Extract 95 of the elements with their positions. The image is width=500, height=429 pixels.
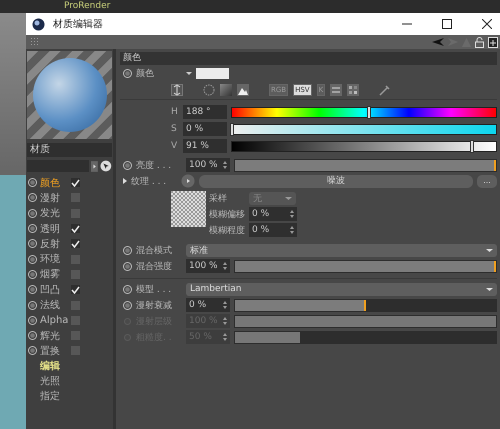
slider-track[interactable] (234, 298, 497, 312)
material-name-field[interactable]: 材质 (27, 143, 112, 157)
spinner-icon[interactable] (223, 161, 227, 169)
color-slider-track[interactable] (231, 106, 497, 118)
noise-thumbnail (171, 191, 206, 227)
radio-icon[interactable] (123, 160, 132, 170)
slider-thumb[interactable] (367, 106, 372, 118)
shader-button[interactable]: 噪波 (199, 174, 473, 188)
property-label: 漫射衰减 (136, 300, 173, 312)
number-field[interactable]: 0 % (249, 207, 297, 221)
check-icon (71, 178, 80, 187)
number-field[interactable]: 100 % (186, 259, 230, 273)
dropdown-arrow-icon[interactable] (186, 72, 192, 74)
lock-icon[interactable] (475, 36, 484, 48)
spinner-icon[interactable] (223, 301, 227, 309)
number-field[interactable]: 91 % (183, 139, 227, 153)
property-label: 模型 . . . (136, 284, 172, 296)
channel-item[interactable]: 透明 (40, 222, 68, 236)
number-field[interactable]: 0 % (186, 298, 230, 312)
number-field[interactable]: 188 ° (183, 105, 227, 119)
image-icon[interactable] (237, 84, 249, 96)
check-icon (71, 286, 80, 294)
checkbox[interactable] (71, 193, 80, 202)
more-button[interactable]: ... (477, 174, 497, 188)
color-swatch[interactable] (196, 68, 229, 78)
channel-item[interactable]: 环境 (40, 252, 68, 266)
property-label: 亮度 . . . (136, 160, 172, 172)
channel-item[interactable]: 凹凸 (40, 282, 68, 297)
caret-icon (285, 196, 292, 200)
property-label: 混合模式 (136, 244, 173, 256)
channel-item[interactable]: 漫射 (40, 190, 68, 205)
view-tab[interactable]: 光照 (40, 374, 112, 389)
channel-item[interactable]: 辉光 (40, 328, 68, 343)
channel-item[interactable]: 烟雾 (40, 267, 68, 282)
back-arrow-icon[interactable] (432, 38, 444, 46)
property-label: 模糊偏移 (209, 208, 246, 220)
eyedropper-icon[interactable] (379, 84, 390, 96)
view-tab[interactable]: 编辑 (40, 358, 112, 374)
app-logo-icon (32, 18, 45, 30)
property-label: 纹理 . . . (131, 176, 168, 188)
view-tab[interactable]: 指定 (40, 388, 112, 404)
property-label: 采样 (209, 192, 228, 204)
checkbox[interactable] (71, 178, 80, 188)
channel-item[interactable]: 反射 (40, 236, 68, 251)
checkbox[interactable] (71, 331, 80, 340)
close-icon[interactable] (482, 19, 492, 29)
new-panel-icon[interactable] (488, 36, 498, 48)
dropdown[interactable]: Lambertian (186, 282, 497, 296)
caret-icon (486, 288, 493, 290)
channel-label: S (171, 124, 178, 134)
filter-field[interactable] (27, 160, 90, 172)
swatches-icon[interactable] (347, 84, 360, 96)
checkbox[interactable] (71, 208, 80, 218)
radio-icon[interactable] (123, 68, 132, 78)
number-field[interactable]: 100 % (186, 158, 230, 172)
expand-arrow-icon[interactable] (123, 178, 127, 184)
property-label: 模糊程度 (209, 224, 246, 236)
caret-icon (486, 248, 493, 252)
property-label: 颜色 (136, 68, 155, 80)
checkbox[interactable] (71, 300, 80, 310)
number-field[interactable]: 0 % (249, 223, 297, 237)
slider-thumb[interactable] (230, 122, 234, 136)
window-title: 材质编辑器 (53, 18, 103, 31)
property-label: 混合强度 (136, 260, 173, 272)
pointer-icon[interactable] (100, 160, 112, 172)
spinner-icon[interactable] (290, 226, 294, 234)
color-wheel-icon[interactable] (203, 84, 215, 96)
spinner-icon[interactable] (290, 210, 294, 218)
checkbox[interactable] (71, 270, 80, 279)
channel-item[interactable]: 法线 (40, 298, 68, 312)
spectrum-icon[interactable] (220, 84, 232, 96)
number-field[interactable]: 0 % (183, 122, 227, 136)
expand-icon[interactable] (171, 84, 183, 96)
dropdown[interactable]: 标准 (186, 244, 497, 256)
spinner-icon[interactable] (223, 262, 227, 270)
checkbox[interactable] (71, 239, 80, 248)
channel-item[interactable]: 发光 (40, 206, 68, 220)
checkbox[interactable] (71, 254, 80, 264)
channel-label: V (171, 141, 178, 151)
color-slider-track[interactable] (231, 140, 497, 152)
section-header: 颜色 (120, 52, 497, 65)
slider-thumb[interactable] (470, 140, 474, 152)
channel-item[interactable]: 颜色 (40, 176, 68, 190)
checkbox[interactable] (71, 285, 80, 294)
channel-label: H (171, 107, 179, 117)
checkbox[interactable] (71, 224, 80, 234)
checkbox[interactable] (71, 346, 80, 356)
mixer-icon[interactable] (330, 84, 342, 96)
color-slider-track[interactable] (231, 124, 497, 134)
channel-item[interactable]: Alpha (40, 314, 68, 326)
channel-item[interactable]: 置换 (40, 344, 68, 358)
checkbox[interactable] (71, 316, 80, 325)
play-icon[interactable] (181, 174, 195, 188)
menu-item[interactable]: ProRender (64, 0, 110, 13)
maximize-icon[interactable] (442, 19, 452, 29)
